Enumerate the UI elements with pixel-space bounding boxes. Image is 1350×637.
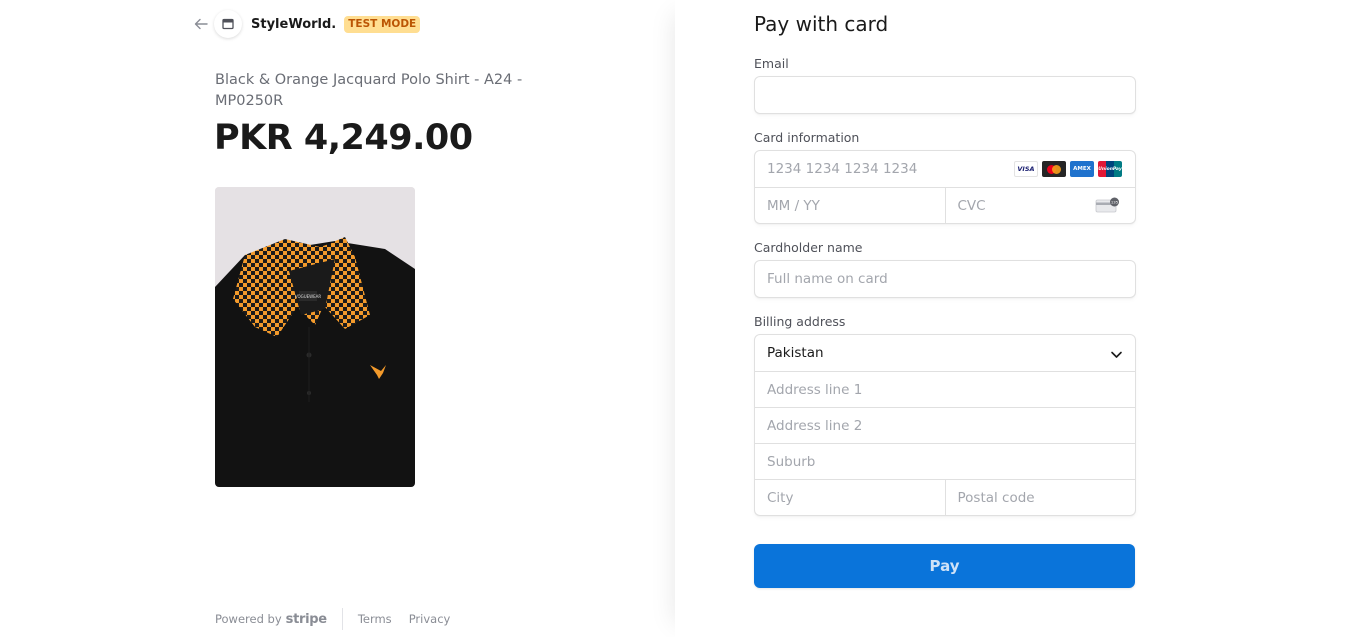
cardholder-field: Full name on card bbox=[754, 260, 1136, 298]
product-image: VOGUEWEAR bbox=[215, 187, 415, 487]
address-line2-input[interactable]: Address line 2 bbox=[755, 408, 1135, 443]
product-name: Black & Orange Jacquard Polo Shirt - A24… bbox=[215, 72, 523, 109]
card-brands: VISA AMEX UnionPay bbox=[1014, 161, 1122, 177]
amex-icon: AMEX bbox=[1070, 161, 1094, 177]
postal-code-input[interactable]: Postal code bbox=[944, 480, 1136, 515]
cvc-card-icon: 135 bbox=[1095, 197, 1121, 217]
visa-icon: VISA bbox=[1014, 161, 1038, 177]
footer: Powered by stripe Terms Privacy bbox=[215, 608, 467, 630]
cardholder-label: Cardholder name bbox=[754, 240, 863, 255]
billing-address-label: Billing address bbox=[754, 314, 846, 329]
cardholder-input[interactable]: Full name on card bbox=[755, 261, 1135, 297]
mastercard-icon bbox=[1042, 161, 1066, 177]
card-info-group: 1234 1234 1234 1234 VISA AMEX UnionPay M… bbox=[754, 150, 1136, 224]
payment-panel: Pay with card Email Card information 123… bbox=[675, 0, 1350, 637]
unionpay-icon: UnionPay bbox=[1098, 161, 1122, 177]
garment-tag-text: VOGUEWEAR bbox=[295, 294, 322, 299]
chevron-down-icon bbox=[1110, 346, 1123, 365]
address-line1-input[interactable]: Address line 1 bbox=[755, 372, 1135, 407]
billing-address-group: Pakistan Address line 1 Address line 2 S… bbox=[754, 334, 1136, 516]
header: StyleWorld. TEST MODE bbox=[192, 10, 421, 38]
payment-form: Pay with card Email Card information 123… bbox=[754, 12, 1136, 588]
checkout-page: StyleWorld. TEST MODE Black & Orange Jac… bbox=[0, 0, 1350, 637]
back-arrow-icon[interactable] bbox=[192, 15, 210, 33]
powered-by-text: Powered by bbox=[215, 612, 282, 626]
footer-divider bbox=[341, 608, 343, 630]
pay-button[interactable]: Pay bbox=[754, 544, 1135, 588]
cvc-placeholder: CVC bbox=[957, 197, 986, 214]
expiry-input[interactable]: MM / YY bbox=[755, 188, 945, 223]
test-mode-badge: TEST MODE bbox=[344, 15, 421, 33]
card-expiry-cvc-row: MM / YY CVC 135 bbox=[755, 187, 1135, 223]
email-field[interactable] bbox=[754, 76, 1136, 114]
country-value: Pakistan bbox=[767, 345, 824, 361]
product-price: PKR 4,249.00 bbox=[214, 118, 473, 158]
stripe-logo[interactable]: stripe bbox=[286, 612, 327, 627]
privacy-link[interactable]: Privacy bbox=[409, 612, 451, 626]
city-input[interactable]: City bbox=[755, 480, 945, 515]
card-number-row: 1234 1234 1234 1234 VISA AMEX UnionPay bbox=[755, 151, 1135, 187]
email-value[interactable] bbox=[755, 77, 1135, 113]
suburb-input[interactable]: Suburb bbox=[755, 444, 1135, 479]
terms-link[interactable]: Terms bbox=[358, 612, 392, 626]
store-icon[interactable] bbox=[214, 10, 242, 38]
form-title: Pay with card bbox=[754, 12, 889, 36]
country-select[interactable]: Pakistan bbox=[755, 335, 1135, 371]
svg-text:135: 135 bbox=[1111, 200, 1119, 205]
email-label: Email bbox=[754, 56, 789, 71]
store-name[interactable]: StyleWorld. bbox=[251, 17, 336, 32]
card-info-label: Card information bbox=[754, 130, 860, 145]
cvc-input[interactable]: CVC 135 bbox=[944, 188, 1136, 223]
order-summary-panel: StyleWorld. TEST MODE Black & Orange Jac… bbox=[0, 0, 675, 637]
